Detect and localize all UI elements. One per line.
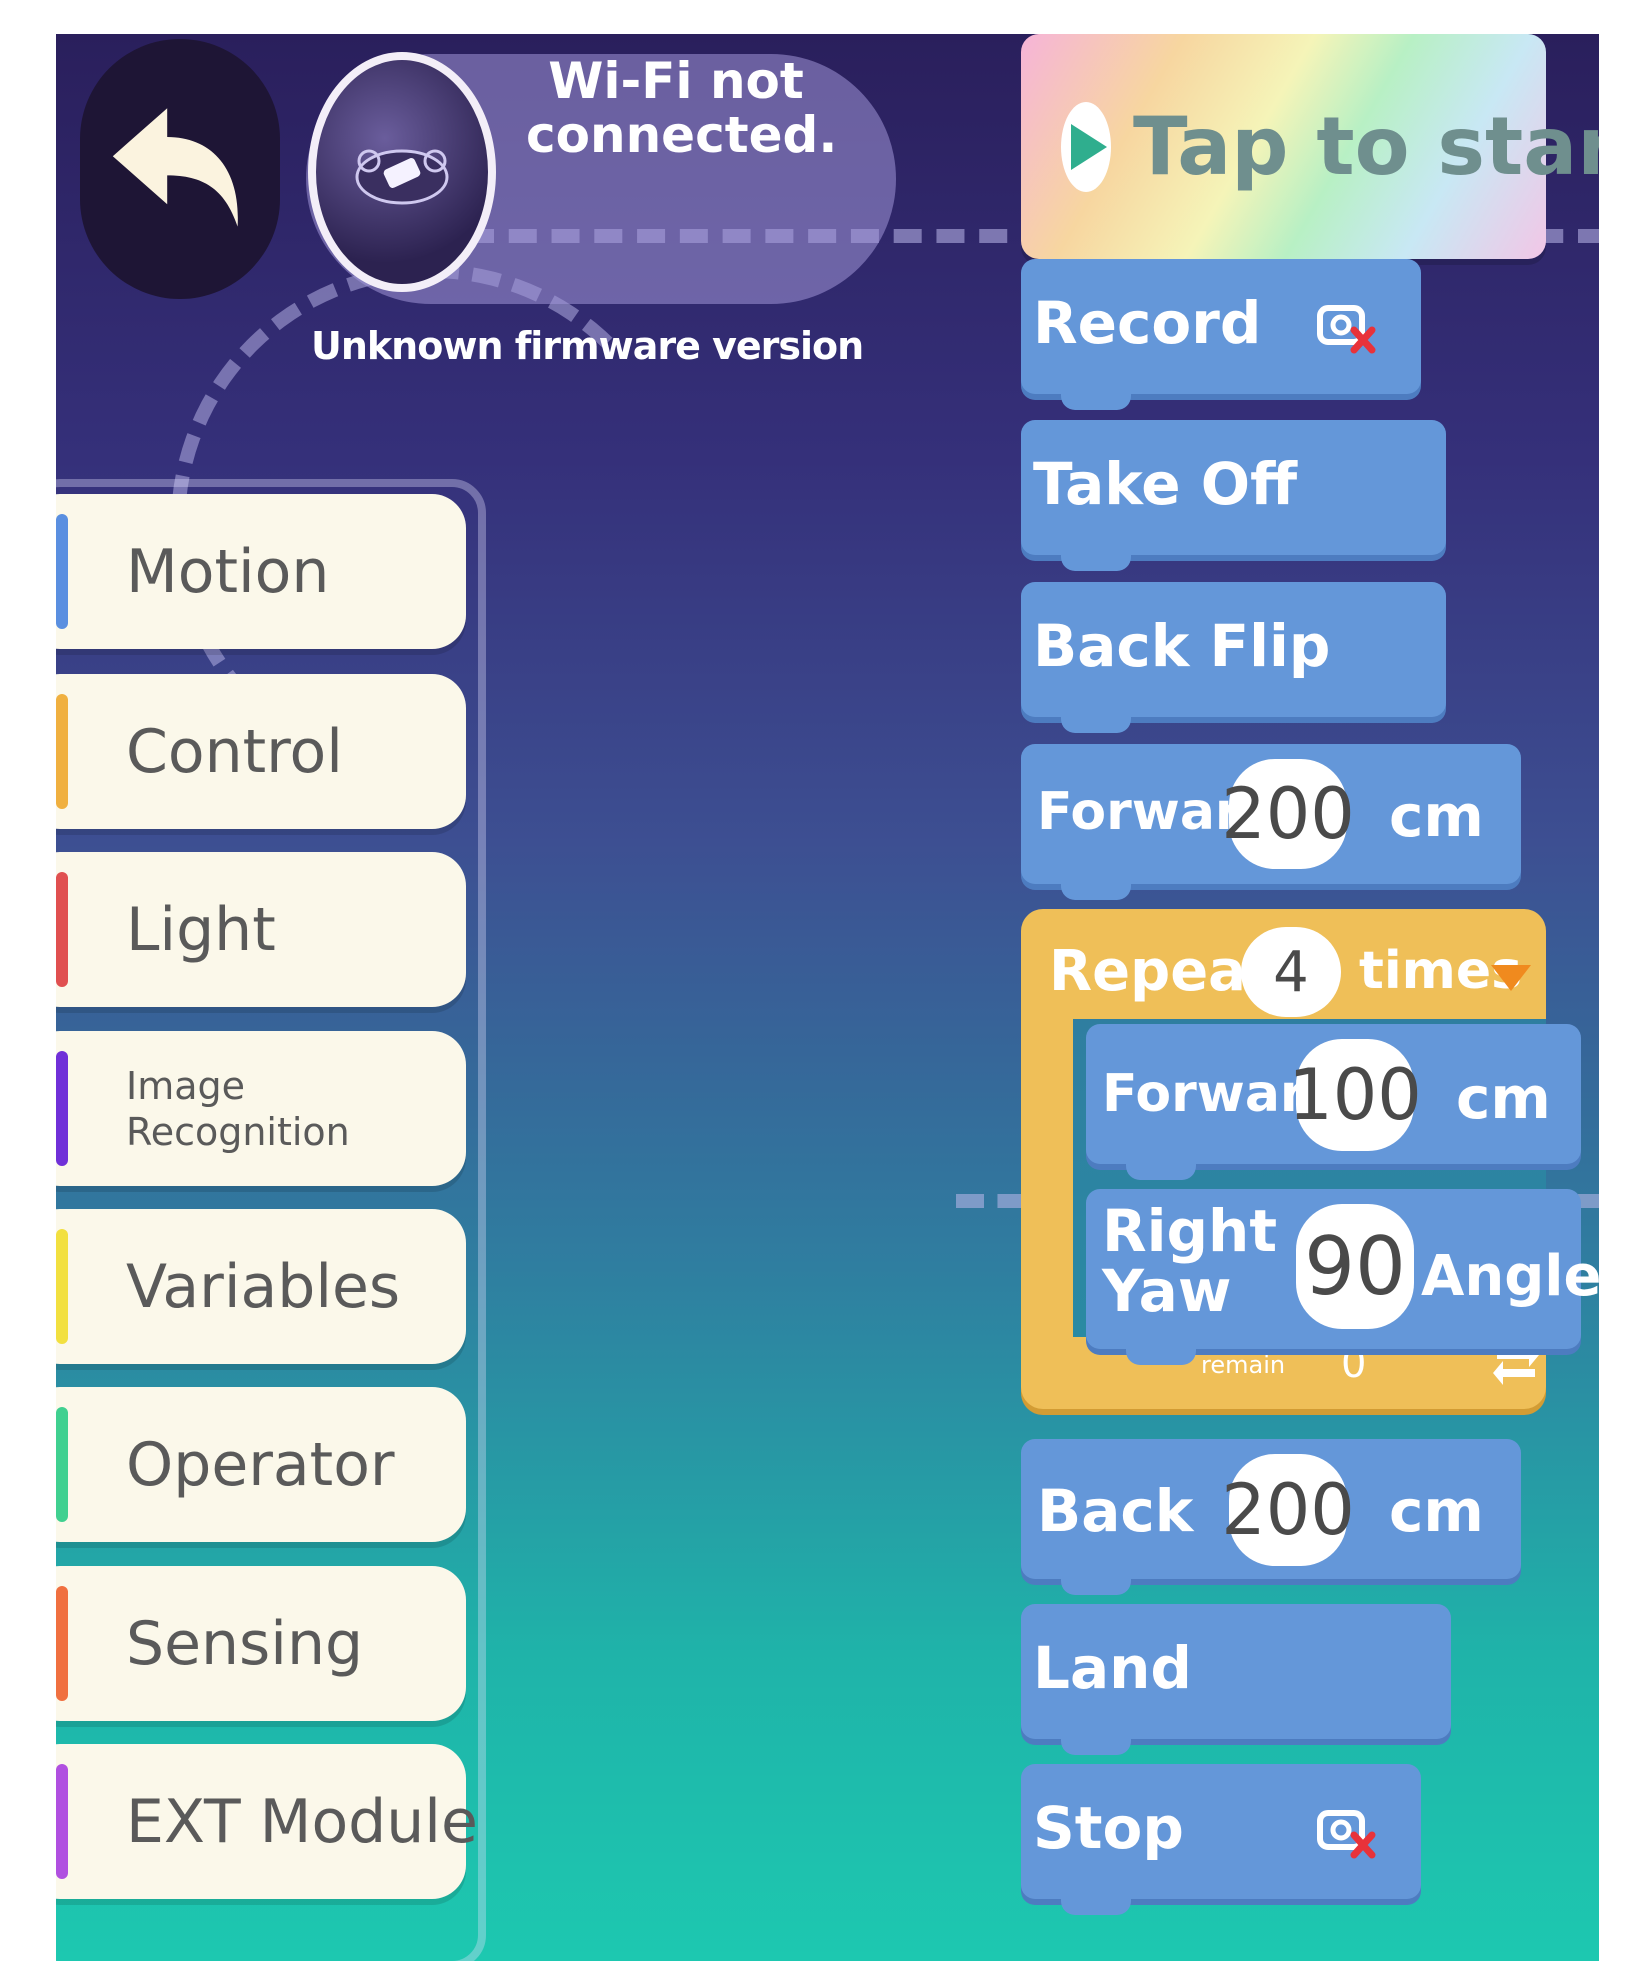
category-ext-module[interactable]: EXT Module [56,1744,478,1899]
category-variables[interactable]: Variables [56,1209,466,1364]
category-color-stripe [56,694,68,809]
tap-to-start-button[interactable]: Tap to start [1021,34,1599,259]
unit-label: cm [1456,1064,1551,1132]
block-back-flip[interactable]: Back Flip [1021,582,1446,733]
remain-label: remain [1201,1351,1286,1379]
angle-input[interactable]: 90 [1296,1204,1414,1329]
category-color-stripe [56,1764,68,1879]
category-label: Variables [126,1251,401,1322]
block-notch [1061,882,1131,900]
repeat-count-input[interactable]: 4 [1241,927,1341,1017]
category-color-stripe [56,1407,68,1522]
repeat-label: Repeat [1049,939,1273,1004]
unit-label: cm [1389,782,1484,850]
back-button[interactable] [80,39,280,299]
block-forward[interactable]: Forward 200 cm [1021,744,1521,900]
block-stop[interactable]: Stop [1021,1764,1421,1915]
block-label: Take Off [1033,450,1298,518]
category-motion[interactable]: Motion [56,494,466,649]
category-label: EXT Module [126,1786,478,1857]
category-label: Operator [126,1429,395,1500]
block-notch [1126,1347,1196,1365]
block-label: Land [1033,1634,1192,1702]
block-notch [1126,1162,1196,1180]
category-color-stripe [56,1051,68,1166]
drone-avatar[interactable] [308,52,496,292]
dropdown-arrow-icon[interactable] [1489,961,1533,995]
unit-label: Angle [1421,1244,1599,1309]
distance-input[interactable]: 100 [1288,1039,1422,1151]
category-label: Light [126,894,276,965]
wifi-status-text: Wi-Fi not connected. [526,52,838,164]
category-color-stripe [56,514,68,629]
distance-input[interactable]: 200 [1221,759,1355,869]
camera-off-icon [1317,1810,1376,1859]
block-label: Record [1033,289,1262,357]
category-light[interactable]: Light [56,852,466,1007]
block-forward-nested[interactable]: Forward 100 cm [1086,1024,1581,1180]
play-icon [1061,101,1111,192]
block-notch [1061,1737,1131,1755]
block-label: Right Yaw [1102,1197,1278,1325]
block-label: Back Flip [1033,612,1331,680]
block-notch [1061,392,1131,410]
camera-off-icon [1317,305,1376,354]
category-operator[interactable]: Operator [56,1387,466,1542]
category-label: Motion [126,536,330,607]
category-label: Sensing [126,1608,364,1679]
block-label: Back [1037,1477,1194,1545]
firmware-version-text: Unknown firmware version [311,324,864,368]
category-label: Control [126,716,343,787]
category-color-stripe [56,872,68,987]
block-notch [1061,1577,1131,1595]
drone-icon [355,149,449,205]
category-control[interactable]: Control [56,674,466,829]
start-label: Tap to start [1133,100,1599,193]
category-color-stripe [56,1586,68,1701]
block-notch [1061,1897,1131,1915]
block-take-off[interactable]: Take Off [1021,420,1446,571]
block-notch [1061,715,1131,733]
category-color-stripe [56,1229,68,1344]
category-image-recognition[interactable]: Image Recognition [56,1031,466,1186]
back-arrow-icon [112,108,238,227]
block-right-yaw[interactable]: Right Yaw 90 Angle [1086,1189,1599,1365]
block-record[interactable]: Record [1021,259,1421,410]
block-notch [1061,553,1131,571]
unit-label: cm [1389,1477,1484,1545]
program-editor-screen: Wi-Fi not connected. Unknown firmware ve… [56,34,1599,1961]
category-label: Image Recognition [126,1063,350,1154]
block-label: Stop [1033,1794,1184,1862]
block-back[interactable]: Back 200 cm [1021,1439,1521,1595]
category-sensing[interactable]: Sensing [56,1566,466,1721]
block-land[interactable]: Land [1021,1604,1451,1755]
distance-input[interactable]: 200 [1221,1454,1355,1566]
